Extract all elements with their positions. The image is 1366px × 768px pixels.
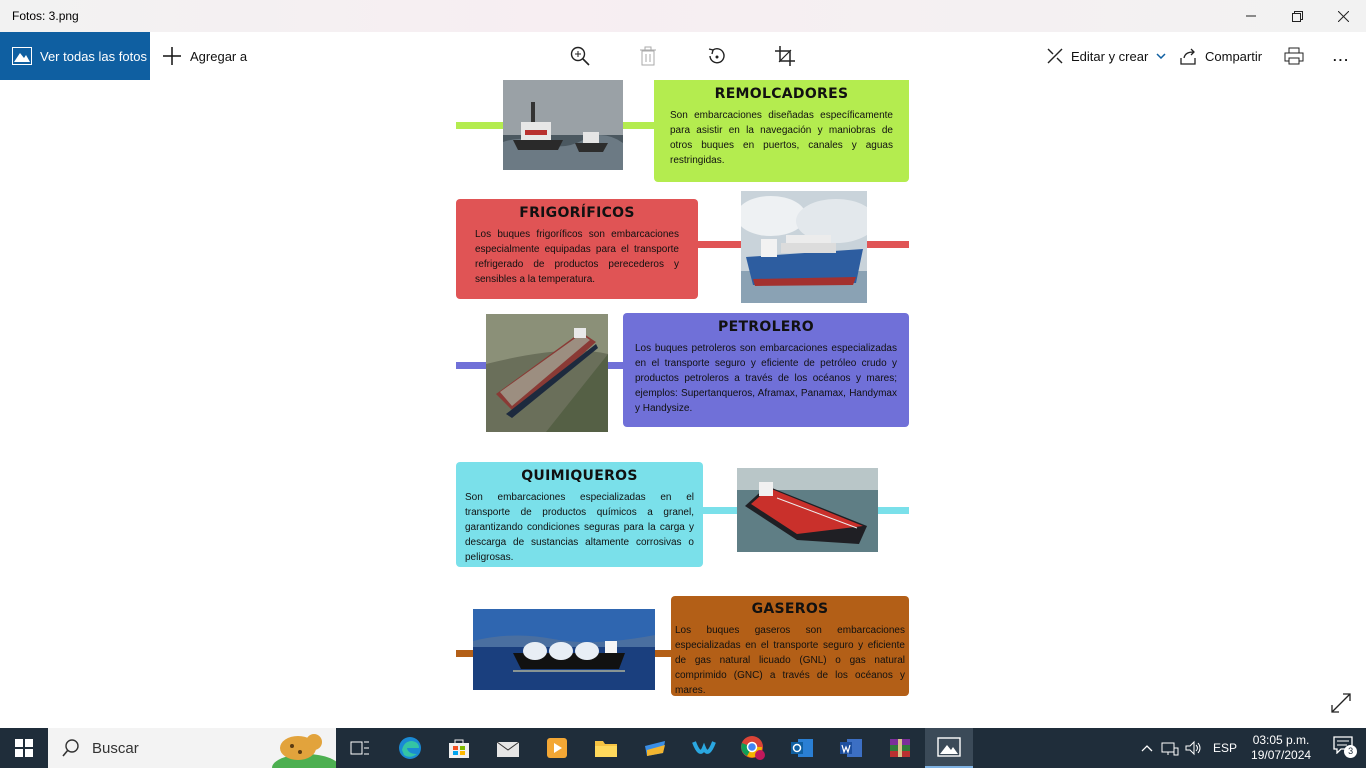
edit-create-button[interactable]: Editar y crear (1046, 32, 1166, 80)
task-view-icon (350, 741, 369, 755)
card-app-icon (645, 741, 665, 756)
expand-icon (1331, 693, 1351, 713)
taskbar-winrar[interactable] (876, 728, 924, 768)
add-to-button[interactable]: Agregar a (162, 32, 247, 80)
zoom-icon (570, 46, 590, 66)
chemical-tanker-photo (737, 468, 878, 552)
share-button[interactable]: Compartir (1180, 32, 1262, 80)
system-tray: ESP 03:05 p.m. 19/07/2024 3 (1138, 728, 1358, 768)
photos-icon (937, 737, 961, 757)
taskbar-outlook[interactable] (778, 728, 826, 768)
search-placeholder: Buscar (92, 739, 139, 757)
mail-icon (496, 741, 520, 757)
image-canvas: REMOLCADORES Son embarcaciones diseñadas… (0, 80, 1366, 728)
petrolero-text: Los buques petroleros son embarcaciones … (635, 343, 897, 414)
store-icon (449, 739, 469, 758)
chrome-icon (741, 736, 765, 760)
notification-count: 3 (1344, 745, 1358, 758)
fullscreen-button[interactable] (1330, 692, 1354, 716)
crop-icon (775, 46, 795, 66)
photos-toolbar: Ver todas las fotos Agregar a Editar y c… (0, 32, 1366, 80)
window-title: Fotos: 3.png (12, 9, 79, 23)
edit-icon (1047, 48, 1063, 64)
tugboat-photo (503, 80, 623, 170)
word-icon (840, 739, 862, 757)
quimiqueros-card: QUIMIQUEROS Son embarcaciones especializ… (456, 462, 703, 567)
language-indicator[interactable]: ESP (1213, 741, 1237, 755)
close-button[interactable] (1320, 0, 1366, 32)
close-icon (1337, 10, 1349, 22)
share-icon (1180, 48, 1196, 65)
frigorificos-title: FRIGORÍFICOS (519, 205, 635, 221)
zoom-button[interactable] (568, 44, 592, 68)
tanker-photo (486, 314, 608, 432)
chevron-down-icon (1156, 53, 1166, 59)
notifications-button[interactable]: 3 (1333, 736, 1358, 760)
quimiqueros-title: QUIMIQUEROS (521, 468, 638, 484)
folder-icon (595, 741, 617, 757)
delete-button[interactable] (636, 44, 660, 68)
minimize-icon (1246, 15, 1256, 17)
title-bar: Fotos: 3.png (0, 0, 1366, 32)
start-button[interactable] (0, 728, 48, 768)
taskbar-edge[interactable] (386, 728, 434, 768)
edit-create-label: Editar y crear (1071, 48, 1149, 64)
edge-icon (399, 737, 421, 759)
trash-icon (640, 46, 656, 66)
windows-icon (15, 739, 33, 757)
restore-button[interactable] (1274, 0, 1320, 32)
crop-button[interactable] (773, 44, 797, 68)
chevron-up-icon[interactable] (1141, 744, 1153, 752)
taskbar: Buscar ESP 03:05 p.m. 19/07/2024 3 (0, 728, 1366, 768)
print-icon (1284, 47, 1304, 65)
plus-icon (163, 47, 181, 65)
frigorificos-text: Los buques frigoríficos son embarcacione… (475, 229, 679, 285)
more-button[interactable]: ... (1333, 32, 1350, 80)
search-highlight-icon (272, 734, 336, 768)
taskbar-mail[interactable] (484, 728, 532, 768)
volume-icon[interactable] (1185, 740, 1203, 756)
petrolero-card: PETROLERO Los buques petroleros son emba… (623, 313, 909, 427)
clock[interactable]: 03:05 p.m. 19/07/2024 (1251, 733, 1311, 763)
network-icon[interactable] (1161, 740, 1179, 756)
remolcadores-card: REMOLCADORES Son embarcaciones diseñadas… (654, 80, 909, 182)
taskbar-store[interactable] (435, 728, 483, 768)
search-icon (62, 739, 79, 757)
gaseros-text: Los buques gaseros son embarcaciones esp… (675, 625, 905, 696)
taskbar-word[interactable] (827, 728, 875, 768)
remolcadores-text: Son embarcaciones diseñadas específicame… (670, 110, 893, 166)
gallery-icon (12, 47, 32, 65)
winrar-icon (890, 739, 910, 757)
share-label: Compartir (1205, 48, 1263, 64)
gaseros-title: GASEROS (751, 601, 829, 617)
frigorificos-card: FRIGORÍFICOS Los buques frigoríficos son… (456, 199, 698, 299)
minimize-button[interactable] (1228, 0, 1274, 32)
taskbar-webex[interactable] (680, 728, 728, 768)
outlook-icon (791, 739, 813, 757)
all-photos-label: Ver todas las fotos (40, 48, 147, 64)
petrolero-title: PETROLERO (718, 319, 814, 335)
rotate-button[interactable] (705, 44, 729, 68)
remolcadores-title: REMOLCADORES (714, 86, 849, 102)
restore-icon (1291, 10, 1303, 22)
search-box[interactable]: Buscar (48, 728, 336, 768)
taskbar-photos[interactable] (925, 728, 973, 768)
taskbar-explorer[interactable] (582, 728, 630, 768)
quimiqueros-text: Son embarcaciones especializadas en el t… (465, 492, 694, 563)
taskbar-chrome[interactable] (729, 728, 777, 768)
reefer-ship-photo (741, 191, 867, 303)
taskbar-video[interactable] (533, 728, 581, 768)
clock-date: 19/07/2024 (1251, 748, 1312, 762)
add-to-label: Agregar a (190, 48, 248, 64)
video-editor-icon (547, 738, 567, 758)
task-view-button[interactable] (336, 728, 384, 768)
gaseros-card: GASEROS Los buques gaseros son embarcaci… (671, 596, 909, 696)
webex-icon (692, 741, 716, 754)
rotate-icon (708, 48, 725, 64)
taskbar-app-card[interactable] (631, 728, 679, 768)
all-photos-button[interactable]: Ver todas las fotos (0, 32, 150, 80)
lng-carrier-photo (473, 609, 655, 690)
clock-time: 03:05 p.m. (1252, 733, 1310, 747)
print-button[interactable] (1282, 44, 1306, 68)
